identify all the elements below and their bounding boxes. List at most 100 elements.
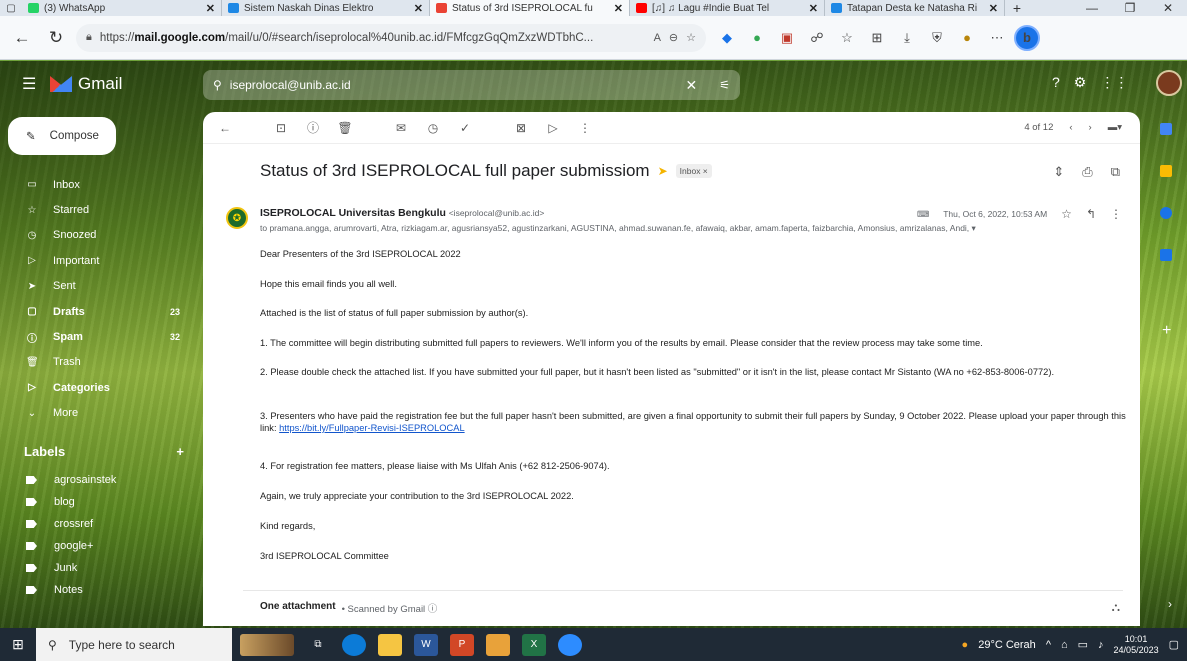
tab-gmail-active[interactable]: Status of 3rd ISEPROLOCAL fu ✕ [430,0,630,16]
app-icon[interactable] [486,633,510,656]
inbox-label-chip[interactable]: Inbox × [675,164,712,178]
more-icon[interactable]: ⋯ [984,25,1010,51]
delete-icon[interactable]: 🗑︎ [337,121,353,135]
volume-icon[interactable]: ♪ [1098,639,1104,651]
tab-actions-icon[interactable]: ▢ [0,0,22,16]
taskbar-search[interactable]: ⚲ Type here to search [36,628,232,661]
archive-icon[interactable]: ⊡ [273,121,289,135]
tasks-icon[interactable] [1160,207,1172,219]
extensions-icon[interactable]: ☍ [804,25,830,51]
show-side-panel-icon[interactable]: › [1168,597,1172,611]
label-item[interactable]: blog [0,491,200,513]
more-vert-icon[interactable]: ⋮ [577,121,593,135]
close-tab-icon[interactable]: ✕ [809,2,818,15]
close-window-icon[interactable]: ✕ [1149,0,1187,16]
extension-icon[interactable]: ▣ [774,25,800,51]
add-label-button[interactable]: + [176,444,184,459]
sidebar-item-categories[interactable]: ▷ Categories [0,375,200,400]
label-item[interactable]: google+ [0,535,200,557]
clear-search-icon[interactable]: ✕ [686,77,698,94]
star-icon[interactable]: ☆ [1061,207,1072,221]
network-icon[interactable]: ⌂ [1061,639,1068,651]
expand-all-icon[interactable]: ⇕ [1053,164,1064,180]
sidebar-item-sent[interactable]: ➤ Sent [0,274,200,299]
zoom-icon[interactable]: ⊖ [669,31,678,44]
search-icon[interactable]: ⚲ [213,78,222,92]
lock-icon[interactable]: 🔒︎ [86,31,92,44]
sidebar-item-spam[interactable]: ⓘ Spam 32 [0,324,200,349]
file-explorer-icon[interactable] [378,633,402,656]
older-chevron-icon[interactable]: › [1089,122,1092,133]
downloads-icon[interactable]: ⤓ [894,25,920,51]
settings-icon[interactable]: ⚙ [1074,74,1087,91]
close-tab-icon[interactable]: ✕ [414,2,423,15]
extension-icon[interactable]: ● [744,25,770,51]
address-bar[interactable]: 🔒︎ https://mail.google.com/mail/u/0/#sea… [76,23,706,52]
label-item[interactable]: Notes [0,579,200,601]
contacts-icon[interactable] [1160,249,1172,261]
shield-icon[interactable]: ⛨ [924,25,950,51]
tab-sistem-naskah[interactable]: Sistem Naskah Dinas Elektro ✕ [222,0,430,16]
sidebar-item-more[interactable]: ⌄ More [0,401,200,426]
restore-icon[interactable]: ❐ [1111,0,1149,16]
browser-profile-icon[interactable]: ● [954,25,980,51]
open-new-window-icon[interactable]: ⧉ [1111,164,1120,180]
sender-avatar[interactable]: ✪ [226,207,248,229]
minimize-icon[interactable]: — [1073,0,1111,16]
label-item[interactable]: Junk [0,557,200,579]
sidebar-item-snoozed[interactable]: ◷ Snoozed [0,223,200,248]
calendar-icon[interactable] [1160,123,1172,135]
sidebar-item-starred[interactable]: ☆ Starred [0,197,200,222]
edge-icon[interactable] [342,633,366,656]
tab-tatapan[interactable]: Tatapan Desta ke Natasha Ri ✕ [825,0,1005,16]
tab-whatsapp[interactable]: (3) WhatsApp ✕ [22,0,222,16]
help-icon[interactable]: ? [1052,74,1060,91]
add-to-drive-icon[interactable]: ⛬ [1112,600,1120,615]
clock[interactable]: 10:01 24/05/2023 [1114,634,1159,656]
reply-icon[interactable]: ↰ [1086,207,1096,221]
powerpoint-icon[interactable]: P [450,633,474,656]
windows-start-icon[interactable]: ⊞ [0,636,36,653]
weather-icon[interactable]: ● [962,639,969,651]
label-item[interactable]: agrosainstek [0,469,200,491]
add-addon-icon[interactable]: + [1162,322,1171,340]
fullpaper-link[interactable]: https://bit.ly/Fullpaper-Revisi-ISEPROLO… [279,423,464,433]
collections-icon[interactable]: ⊞ [864,25,890,51]
new-tab-button[interactable]: + [1005,0,1029,16]
refresh-button[interactable]: ↻ [42,24,70,52]
close-tab-icon[interactable]: ✕ [206,2,215,15]
move-to-icon[interactable]: ⊠ [513,121,529,135]
notifications-icon[interactable]: ▢ [1169,638,1179,651]
close-tab-icon[interactable]: ✕ [614,2,623,15]
search-options-icon[interactable]: ⚟ [719,78,730,92]
apps-grid-icon[interactable]: ⋮⋮ [1100,74,1128,91]
weather-text[interactable]: 29°C Cerah [978,639,1036,651]
search-input[interactable]: iseprolocal@unib.ac.id [230,78,678,92]
sidebar-item-important[interactable]: ▷ Important [0,248,200,273]
important-marker-icon[interactable]: ➤ [658,164,668,178]
account-avatar[interactable] [1156,70,1182,96]
back-button[interactable]: ← [8,24,36,52]
recipients-line[interactable]: to pramana.angga, arumrovarti, Atra, riz… [260,223,976,234]
news-widget-icon[interactable] [240,633,294,656]
add-task-icon[interactable]: ✓ [457,121,473,135]
profile-avatar[interactable]: b [1014,24,1040,51]
mark-unread-icon[interactable]: ✉ [393,121,409,135]
word-icon[interactable]: W [414,633,438,656]
main-menu-icon[interactable]: ☰ [22,74,42,94]
read-aloud-icon[interactable]: A [654,32,661,44]
mail-search-bar[interactable]: ⚲ iseprolocal@unib.ac.id ✕ ⚟ [203,70,740,100]
close-tab-icon[interactable]: ✕ [989,2,998,15]
print-icon[interactable]: ⎙ [1082,164,1092,180]
gmail-logo[interactable]: Gmail [50,74,122,94]
sidebar-item-drafts[interactable]: ▢ Drafts 23 [0,299,200,324]
snooze-icon[interactable]: ◷ [425,121,441,135]
task-view-icon[interactable]: ⧉ [306,634,330,656]
compose-button[interactable]: ✎ Compose [8,117,116,155]
newer-chevron-icon[interactable]: ‹ [1069,122,1072,133]
excel-icon[interactable]: X [522,633,546,656]
report-spam-icon[interactable]: ⓘ [305,119,321,136]
sidebar-item-inbox[interactable]: ▭ Inbox [0,172,200,197]
tab-youtube[interactable]: [♫] ♫ Lagu #Indie Buat Tel ✕ [630,0,825,16]
display-icon[interactable]: ▭ [1078,638,1088,651]
